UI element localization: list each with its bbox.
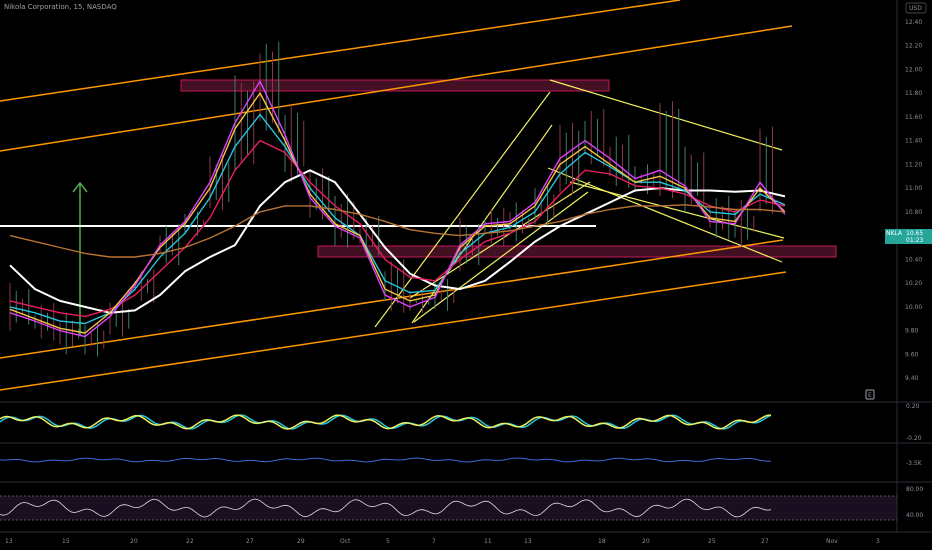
volume-delta-line [0,457,771,463]
price-axis-label: 10.80 [905,209,922,216]
trendlines [374,79,785,328]
time-axis-label: 7 [432,538,436,545]
price-axis-label: 9.40 [905,375,919,382]
time-axis-label: 11 [484,538,492,545]
time-axis-label: 5 [386,538,390,545]
time-axis-label: 25 [708,538,716,545]
time-axis-label: 13 [524,538,532,545]
oscillator-panel [0,414,772,430]
price-axis-label: 10.00 [905,304,922,311]
indicator-axis-label: 80.00 [906,486,923,493]
price-tag-symbol: NKLA [886,230,903,237]
indicator-axis-label: -3.5K [906,460,923,467]
price-axis-label: 10.40 [905,256,922,263]
time-axis-label: 27 [246,538,254,545]
volume-delta-panel [0,457,771,463]
up-arrow-icon [72,181,88,335]
price-axis-label: 9.60 [905,351,919,358]
time-axis-label: 20 [130,538,138,545]
currency-label: USD [909,5,922,12]
channel-line-upper [0,25,793,152]
oscillator-line [0,414,772,430]
price-chart[interactable]: 9.409.609.8010.0010.2010.4010.6010.8011.… [0,0,932,550]
support-zone [317,245,837,258]
price-axis-label: 12.20 [905,43,922,50]
time-axis-label: Nov [826,538,838,545]
indicator-axis-label: -0.20 [906,435,922,442]
time-axis-label: 29 [297,538,305,545]
indicator-axis-label: 0.20 [906,403,920,410]
time-axis-label: Oct [340,538,351,545]
price-axis-label: 10.20 [905,280,922,287]
price-tag-countdown: 01:23 [906,237,923,244]
price-axis-label: 9.80 [905,328,919,335]
price-axis-label: 11.80 [905,90,922,97]
price-axis: 9.409.609.8010.0010.2010.4010.6010.8011.… [905,19,922,382]
time-axis: 13 15 20 22 27 29 Oct 5 7 11 13 18 20 25 27 Nov 3 [5,538,880,545]
time-axis-label: 13 [5,538,13,545]
price-axis-label: 12.00 [905,66,922,73]
indicator-axis: 0.20 -0.20 -3.5K 80.00 40.00 [906,403,923,519]
time-axis-label: 22 [186,538,194,545]
price-axis-label: 11.00 [905,185,922,192]
indicator-axis-label: 40.00 [906,512,923,519]
price-tag: NKLA 10.65 01:23 [885,229,932,244]
time-axis-label: 3 [876,538,880,545]
time-axis-label: 15 [62,538,70,545]
price-axis-label: 11.60 [905,114,922,121]
panel-toggle-label: E [868,392,872,399]
price-axis-label: 11.40 [905,138,922,145]
channel-line-bottom [0,271,787,391]
price-axis-label: 12.40 [905,19,922,26]
price-axis-label: 11.20 [905,161,922,168]
time-axis-label: 27 [761,538,769,545]
price-tag-price: 10.65 [906,230,923,237]
time-axis-label: 18 [598,538,606,545]
rsi-panel [0,495,897,521]
time-axis-label: 20 [642,538,650,545]
